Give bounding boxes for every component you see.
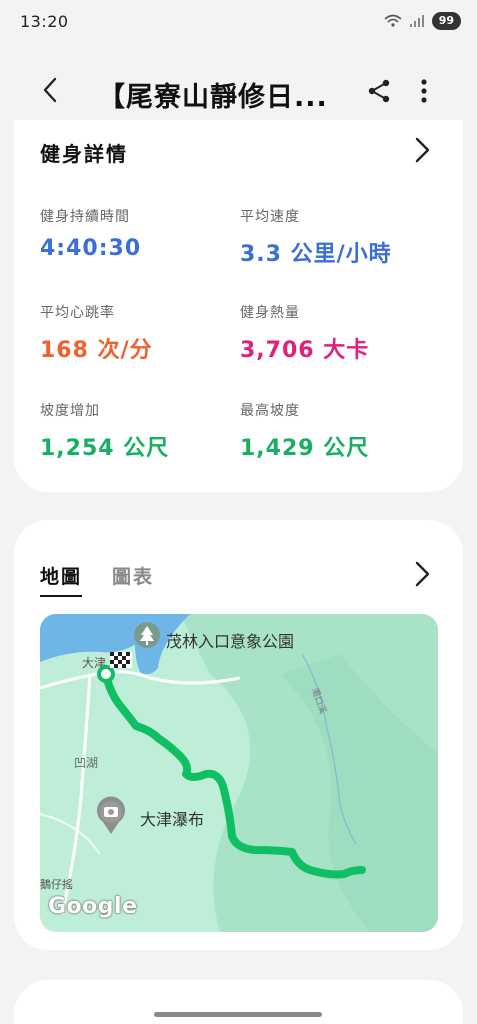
metric-value: 168 次/分 (40, 338, 153, 363)
home-indicator[interactable] (154, 1012, 322, 1017)
map-card: 地圖 圖表 茂林入口意象公園 大津瀑布 凹湖 大津 濁口溪 鵝仔搖 Google (14, 520, 463, 950)
back-arrow-icon (43, 77, 57, 103)
metric-value: 4:40:30 (40, 236, 142, 261)
route-map[interactable]: 茂林入口意象公園 大津瀑布 凹湖 大津 濁口溪 鵝仔搖 Google (40, 614, 438, 932)
tab-map[interactable]: 地圖 (40, 562, 83, 597)
google-logo: Google (48, 894, 138, 919)
metric-label: 最高坡度 (240, 403, 300, 419)
metric-value: 3,706 大卡 (240, 338, 370, 363)
metric-label: 平均速度 (240, 209, 300, 225)
signal-icon (409, 15, 424, 27)
section-title-fitness: 健身詳情 (40, 142, 128, 166)
back-button[interactable] (34, 74, 66, 106)
metric-label: 平均心跳率 (40, 305, 115, 321)
finish-flag-icon (110, 652, 132, 668)
metric-value: 3.3 公里/小時 (240, 242, 392, 267)
map-label-ao-hu: 凹湖 (74, 756, 99, 770)
status-icons: 99 (384, 12, 461, 30)
metric-value: 1,254 公尺 (40, 436, 170, 461)
chevron-right-icon[interactable] (411, 560, 433, 588)
map-label-village: 鵝仔搖 (40, 878, 73, 891)
metric-avg-speed: 平均速度 3.3 公里/小時 (240, 206, 392, 268)
metric-label: 健身持續時間 (40, 209, 130, 225)
map-label-park: 茂林入口意象公園 (166, 632, 295, 651)
metric-elevation-gain: 坡度增加 1,254 公尺 (40, 400, 169, 462)
page-title: 【尾寮山靜修日... (98, 82, 328, 113)
metric-label: 坡度增加 (40, 403, 100, 419)
park-pin-icon[interactable] (132, 620, 162, 650)
app-bar: 【尾寮山靜修日... (0, 58, 477, 122)
camera-pin-icon[interactable] (94, 796, 128, 836)
map-label-da: 大津 (82, 656, 107, 670)
map-label-waterfall: 大津瀑布 (140, 810, 205, 829)
tab-chart[interactable]: 圖表 (112, 562, 154, 597)
fitness-details-card: 健身詳情 健身持續時間 4:40:30 平均速度 3.3 公里/小時 平均心跳率… (14, 120, 463, 492)
share-icon[interactable] (366, 78, 392, 104)
status-bar: 13:20 99 (0, 0, 477, 42)
status-time: 13:20 (20, 11, 69, 31)
map-tabs: 地圖 圖表 (40, 562, 154, 597)
metric-max-elevation: 最高坡度 1,429 公尺 (240, 400, 369, 462)
metric-calories: 健身熱量 3,706 大卡 (240, 302, 369, 364)
wifi-icon (384, 14, 402, 27)
metric-label: 健身熱量 (240, 305, 300, 321)
metric-duration: 健身持續時間 4:40:30 (40, 206, 141, 261)
metric-avg-heart-rate: 平均心跳率 168 次/分 (40, 302, 153, 364)
chevron-right-icon[interactable] (411, 136, 433, 164)
next-card (14, 980, 463, 1024)
more-options-icon[interactable] (414, 76, 434, 106)
battery-indicator: 99 (431, 12, 461, 30)
metric-value: 1,429 公尺 (240, 436, 370, 461)
